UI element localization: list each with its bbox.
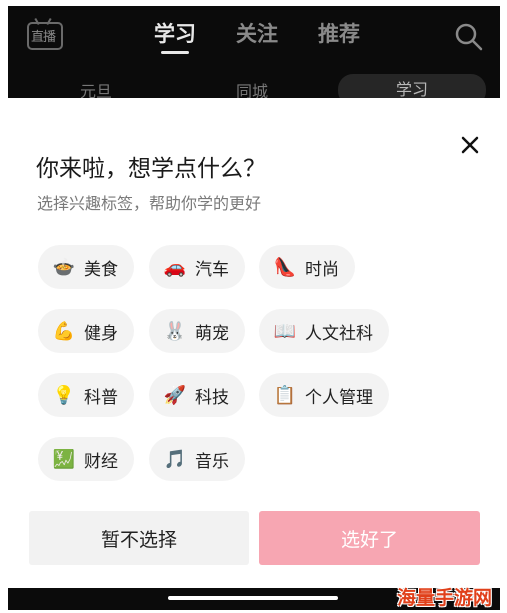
tag-label: 美食 — [84, 259, 118, 280]
app-top-bar: 直播 学习 关注 推荐 元旦 同城 学习 — [8, 6, 500, 98]
chip-new-year[interactable]: 元旦 — [80, 78, 112, 98]
tag-food[interactable]: 🍲 美食 — [38, 245, 134, 289]
search-icon[interactable] — [454, 22, 484, 52]
tag-label: 音乐 — [195, 451, 229, 472]
tag-label: 时尚 — [305, 259, 339, 280]
rocket-icon: 🚀 — [163, 384, 187, 406]
tag-finance[interactable]: 💹 财经 — [38, 437, 134, 481]
clipboard-icon: 📋 — [273, 384, 297, 406]
sheet-subtitle: 选择兴趣标签，帮助你学的更好 — [37, 194, 262, 213]
tag-music[interactable]: 🎵 音乐 — [149, 437, 245, 481]
interest-picker-sheet: 你来啦，想学点什么？ 选择兴趣标签，帮助你学的更好 🍲 美食 🚗 汽车 👠 时尚… — [8, 113, 500, 588]
chip-study[interactable]: 学习 — [338, 74, 486, 98]
tag-label: 科普 — [84, 387, 118, 408]
live-tv-icon[interactable]: 直播 — [26, 17, 64, 50]
done-button[interactable]: 选好了 — [259, 511, 480, 565]
tag-label: 汽车 — [195, 259, 229, 280]
tag-self-management[interactable]: 📋 个人管理 — [259, 373, 389, 417]
music-note-icon: 🎵 — [163, 448, 187, 470]
light-bulb-icon: 💡 — [52, 384, 76, 406]
chart-icon: 💹 — [52, 448, 76, 470]
flexed-biceps-icon: 💪 — [52, 320, 76, 342]
live-label: 直播 — [31, 30, 56, 45]
close-icon[interactable] — [458, 133, 482, 157]
tag-car[interactable]: 🚗 汽车 — [149, 245, 245, 289]
tab-study[interactable]: 学习 — [154, 18, 196, 48]
skip-button[interactable]: 暂不选择 — [29, 511, 249, 565]
home-indicator[interactable] — [168, 596, 338, 600]
open-book-icon: 📖 — [273, 320, 297, 342]
tag-fitness[interactable]: 💪 健身 — [38, 309, 134, 353]
tab-following[interactable]: 关注 — [236, 18, 278, 48]
tag-label: 健身 — [84, 323, 118, 344]
tab-recommend[interactable]: 推荐 — [318, 18, 360, 48]
tag-technology[interactable]: 🚀 科技 — [149, 373, 245, 417]
tag-label: 萌宠 — [195, 323, 229, 344]
sheet-title: 你来啦，想学点什么？ — [36, 156, 266, 182]
channel-chip-row: 元旦 同城 学习 — [8, 70, 500, 98]
tag-pets[interactable]: 🐰 萌宠 — [149, 309, 245, 353]
tag-fashion[interactable]: 👠 时尚 — [259, 245, 355, 289]
chip-local[interactable]: 同城 — [236, 78, 268, 98]
car-icon: 🚗 — [163, 256, 187, 278]
tag-label: 个人管理 — [305, 387, 373, 408]
site-watermark: 海量手游网 — [397, 587, 493, 609]
tag-humanities[interactable]: 📖 人文社科 — [259, 309, 389, 353]
tag-popular-science[interactable]: 💡 科普 — [38, 373, 134, 417]
active-tab-indicator — [161, 51, 189, 54]
food-icon: 🍲 — [52, 256, 76, 278]
high-heel-icon: 👠 — [273, 256, 297, 278]
rabbit-icon: 🐰 — [163, 320, 187, 342]
tag-label: 财经 — [84, 451, 118, 472]
tag-label: 人文社科 — [305, 323, 373, 344]
tag-label: 科技 — [195, 387, 229, 408]
